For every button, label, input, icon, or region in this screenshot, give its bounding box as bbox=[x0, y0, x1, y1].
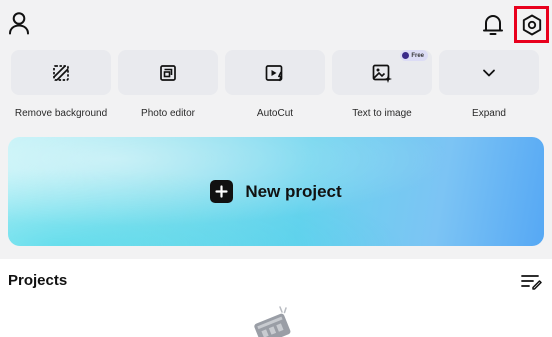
tool-autocut[interactable]: AutoCut bbox=[222, 50, 328, 122]
notifications-button[interactable] bbox=[480, 10, 506, 38]
tool-photo-editor[interactable]: Photo editor bbox=[115, 50, 221, 122]
new-project-label: New project bbox=[245, 181, 342, 201]
text-to-image-icon bbox=[372, 64, 392, 83]
badge-dot-icon bbox=[402, 52, 410, 59]
badge-label: Free bbox=[411, 52, 424, 59]
tool-label: AutoCut bbox=[256, 108, 294, 119]
tool-text-to-image[interactable]: Free Text to image bbox=[329, 50, 435, 122]
person-icon bbox=[9, 12, 29, 35]
projects-heading: Projects bbox=[8, 272, 68, 289]
tool-label: Remove background bbox=[14, 108, 108, 119]
remove-background-icon bbox=[53, 64, 69, 81]
tool-card bbox=[439, 50, 539, 95]
projects-manage-button[interactable] bbox=[520, 272, 542, 290]
hexagon-settings-icon bbox=[522, 14, 541, 35]
autocut-icon bbox=[265, 64, 283, 81]
photo-editor-icon bbox=[160, 64, 176, 81]
plus-icon bbox=[210, 180, 234, 203]
tool-label: Expand bbox=[472, 108, 506, 119]
settings-button[interactable] bbox=[514, 6, 549, 43]
header bbox=[0, 0, 552, 46]
quick-tools: Remove background Photo editor AutoCut F bbox=[0, 50, 552, 122]
free-badge: Free bbox=[400, 50, 428, 61]
tool-card bbox=[118, 50, 218, 95]
film-clip-icon bbox=[254, 306, 291, 337]
tool-card bbox=[11, 50, 111, 95]
tool-card: Free bbox=[332, 50, 432, 95]
tool-label: Text to image bbox=[352, 108, 412, 119]
tool-label: Photo editor bbox=[141, 108, 195, 119]
tool-expand[interactable]: Expand bbox=[436, 50, 542, 122]
list-edit-icon bbox=[521, 275, 542, 290]
empty-projects-illustration bbox=[246, 304, 298, 337]
profile-button[interactable] bbox=[6, 9, 32, 37]
tool-remove-background[interactable]: Remove background bbox=[8, 50, 114, 122]
new-project-button[interactable]: New project bbox=[8, 137, 544, 246]
chevron-down-icon bbox=[483, 69, 495, 76]
tool-card bbox=[225, 50, 325, 95]
bell-icon bbox=[483, 15, 503, 35]
